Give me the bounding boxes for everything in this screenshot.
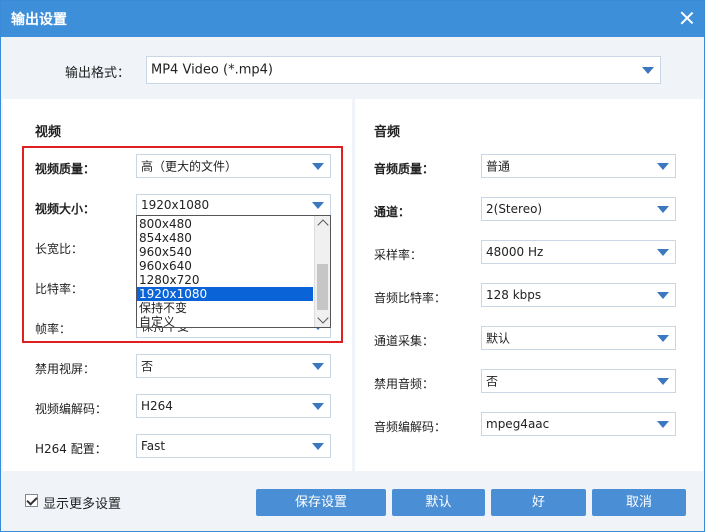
title-bar: 输出设置 (1, 1, 704, 37)
window-title: 输出设置 (11, 12, 67, 28)
output-settings-dialog: 输出设置 输出格式： MP4 Video (*.mp4) 视频 视频质量： 高（… (0, 0, 705, 532)
chevron-down-icon (312, 403, 324, 410)
audio-codec-value: mpeg4aac (486, 417, 550, 431)
sample-rate-label: 采样率： (374, 248, 423, 262)
default-button[interactable]: 默认 (392, 489, 485, 516)
highlight-box (22, 146, 343, 343)
audio-heading: 音频 (374, 125, 401, 140)
disable-video-label: 禁用视屏： (35, 362, 96, 376)
h264-profile-select[interactable]: Fast (136, 434, 331, 458)
chevron-down-icon (657, 378, 669, 385)
channels-value: 2(Stereo) (486, 202, 543, 216)
video-codec-value: H264 (141, 399, 173, 413)
output-format-label: 输出格式： (65, 66, 131, 81)
close-icon[interactable] (680, 11, 694, 25)
channel-capture-label: 通道采集： (374, 334, 435, 348)
sample-rate-select[interactable]: 48000 Hz (481, 240, 676, 264)
chevron-down-icon (312, 363, 324, 370)
chevron-down-icon (657, 335, 669, 342)
chevron-down-icon (657, 421, 669, 428)
chevron-down-icon (312, 443, 324, 450)
chevron-down-icon (657, 292, 669, 299)
audio-codec-select[interactable]: mpeg4aac (481, 412, 676, 436)
video-heading: 视频 (35, 125, 62, 140)
video-codec-label: 视频编解码： (35, 402, 108, 416)
disable-audio-value: 否 (486, 374, 499, 389)
h264-profile-value: Fast (141, 439, 166, 453)
chevron-down-icon (642, 67, 654, 74)
channel-capture-select[interactable]: 默认 (481, 326, 676, 350)
chevron-down-icon (657, 163, 669, 170)
disable-video-value: 否 (141, 359, 154, 374)
audio-codec-label: 音频编解码： (374, 420, 447, 434)
channel-capture-value: 默认 (486, 331, 511, 346)
disable-video-select[interactable]: 否 (136, 354, 331, 378)
show-more-label[interactable]: 显示更多设置 (43, 493, 121, 512)
cancel-button[interactable]: 取消 (592, 489, 686, 516)
audio-quality-select[interactable]: 普通 (481, 154, 676, 178)
chevron-down-icon (657, 249, 669, 256)
audio-quality-label: 音频质量： (374, 162, 435, 176)
channels-select[interactable]: 2(Stereo) (481, 197, 676, 221)
disable-audio-select[interactable]: 否 (481, 369, 676, 393)
h264-profile-label: H264 配置： (35, 442, 107, 456)
sample-rate-value: 48000 Hz (486, 245, 544, 259)
chevron-down-icon (657, 206, 669, 213)
show-more-checkbox[interactable] (25, 494, 38, 507)
audio-bitrate-value: 128 kbps (486, 288, 542, 302)
disable-audio-label: 禁用音频： (374, 377, 435, 391)
save-settings-button[interactable]: 保存设置 (256, 489, 386, 516)
audio-bitrate-select[interactable]: 128 kbps (481, 283, 676, 307)
output-format-value: MP4 Video (*.mp4) (151, 62, 273, 78)
ok-button[interactable]: 好 (491, 489, 586, 516)
output-format-select[interactable]: MP4 Video (*.mp4) (146, 56, 661, 84)
audio-quality-value: 普通 (486, 159, 511, 174)
channels-label: 通道： (374, 205, 411, 219)
video-codec-select[interactable]: H264 (136, 394, 331, 418)
audio-bitrate-label: 音频比特率： (374, 291, 447, 305)
